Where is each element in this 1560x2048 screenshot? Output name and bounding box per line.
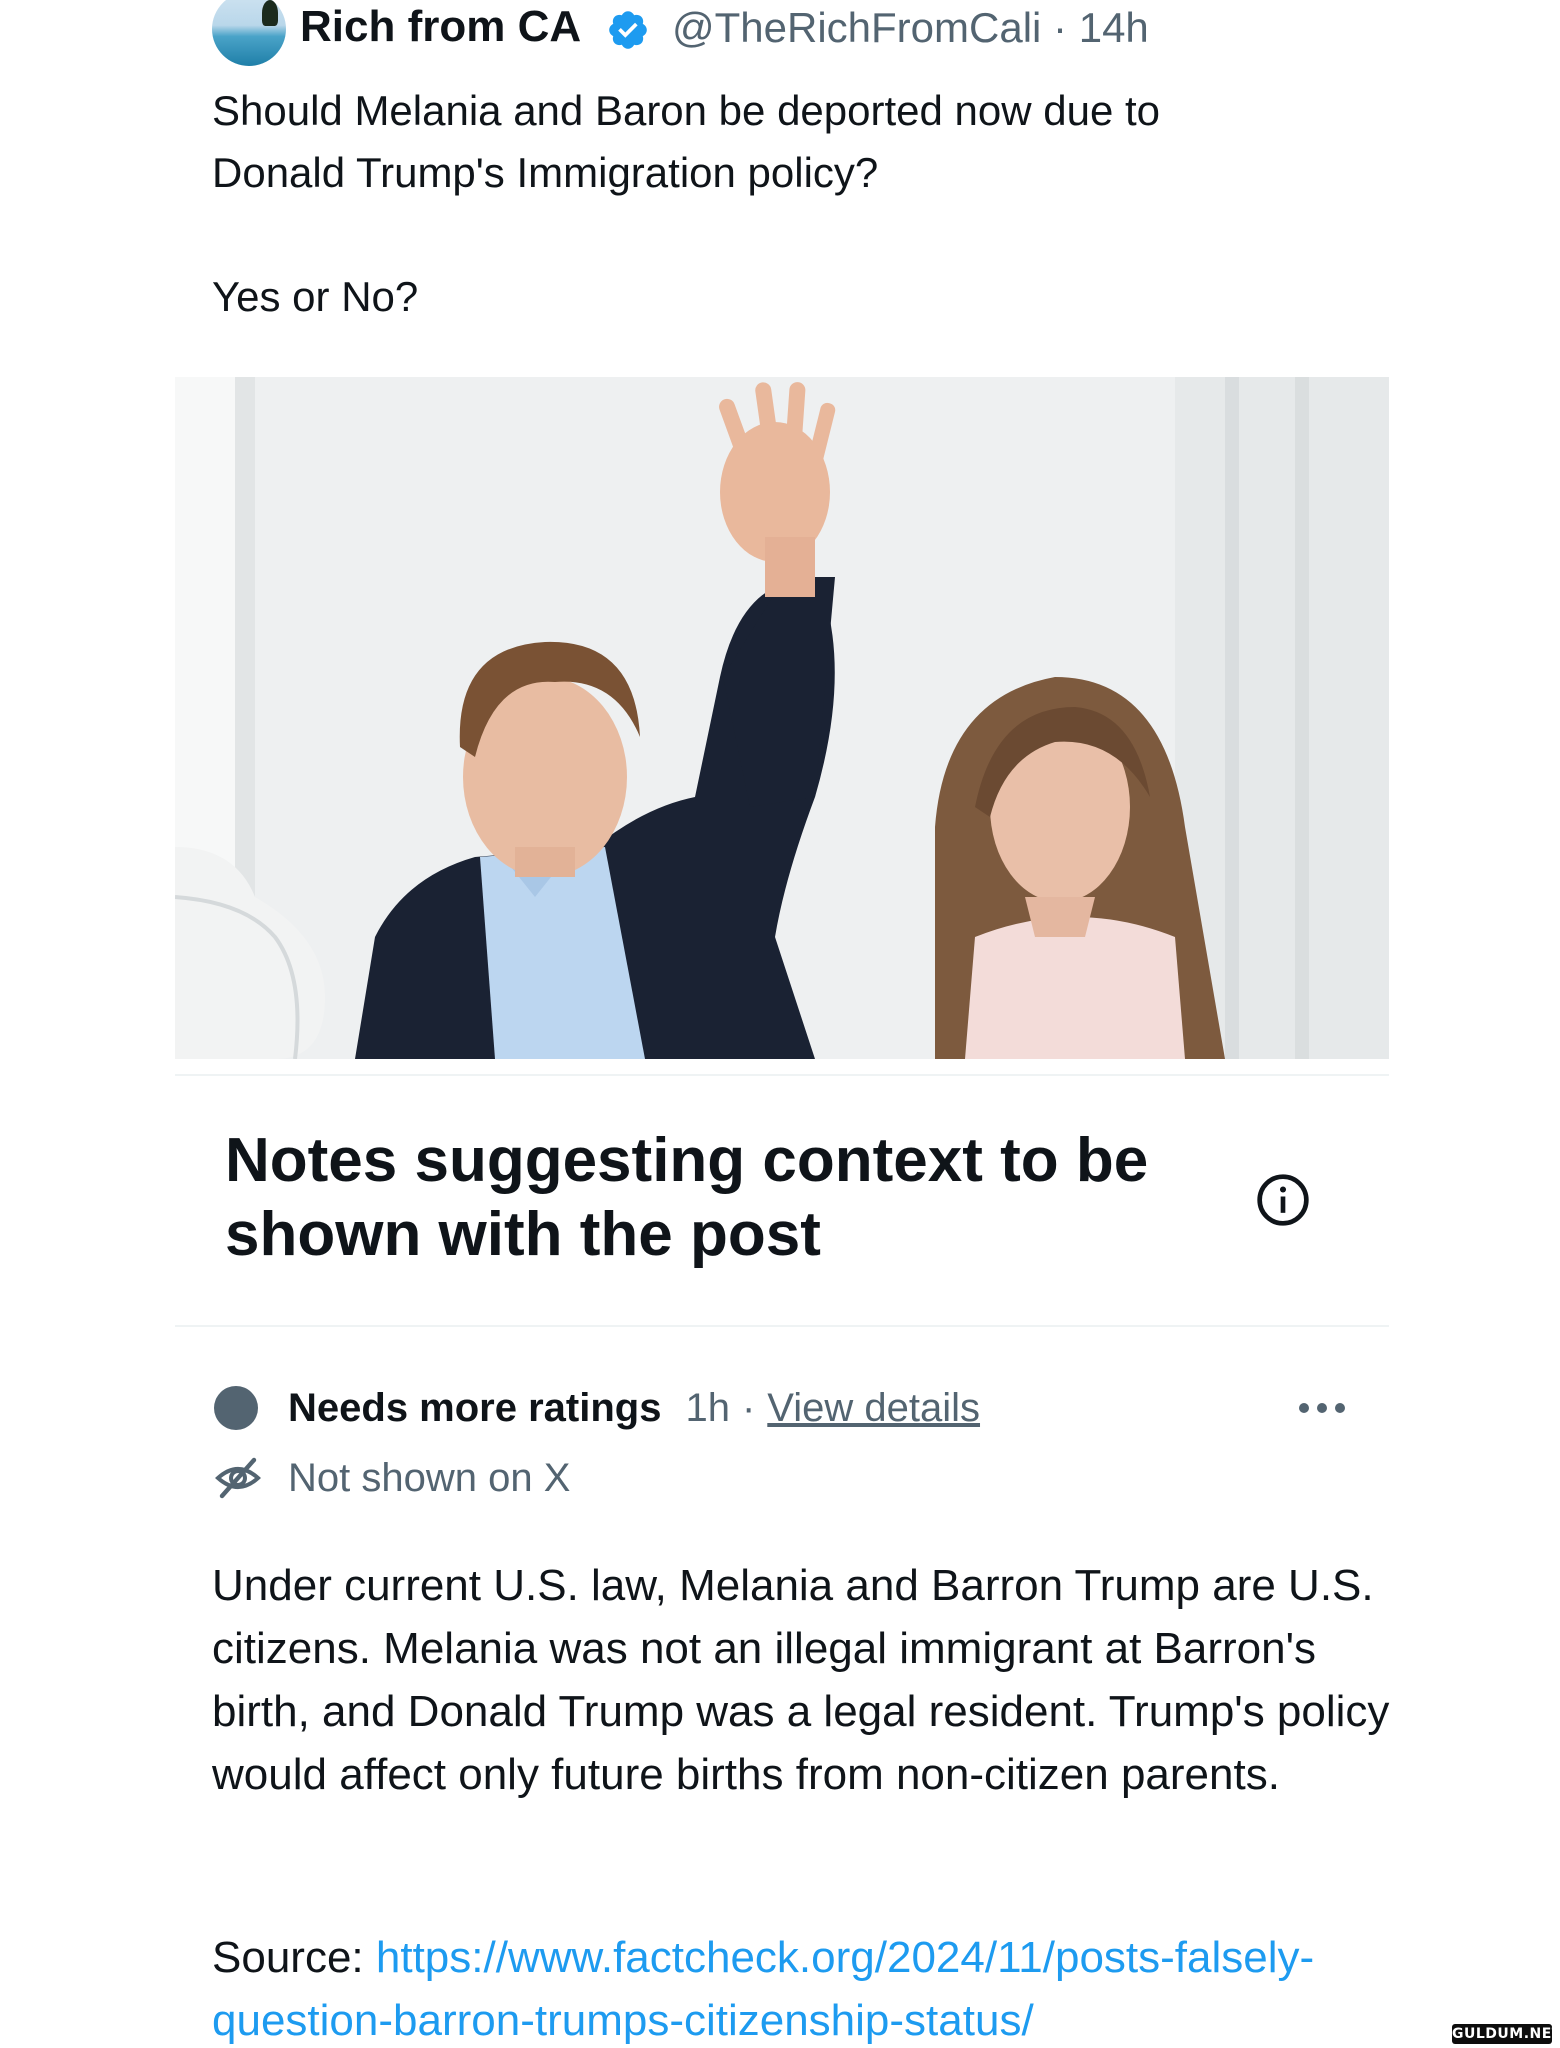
info-icon[interactable]	[1255, 1172, 1311, 1228]
note-visibility-row: Not shown on X	[214, 1450, 570, 1506]
watermark: GULDUM.NET	[1452, 2024, 1560, 2044]
tweet-text-line: Should Melania and Baron be deported now…	[212, 87, 1161, 134]
tweet-text-line	[212, 204, 1372, 266]
eye-off-icon	[215, 1457, 261, 1499]
note-status: Needs more ratings	[288, 1385, 662, 1430]
tweet-text: Should Melania and Baron be deported now…	[212, 80, 1372, 328]
note-status-row: Needs more ratings 1h · View details	[214, 1380, 980, 1436]
divider	[175, 1325, 1389, 1327]
source-link[interactable]: https://www.factcheck.org/2024/11/posts-…	[212, 1933, 1314, 2045]
divider	[175, 1074, 1389, 1076]
tweet-text-line: Yes or No?	[212, 273, 419, 320]
notes-section-title: Notes suggesting context to be shown wit…	[225, 1126, 1149, 1269]
post-photo[interactable]	[175, 377, 1389, 1059]
tweet-text-line: Donald Trump's Immigration policy?	[212, 149, 879, 196]
status-dot-icon	[214, 1386, 258, 1430]
note-time: 1h	[685, 1385, 730, 1430]
more-icon[interactable]	[1296, 1396, 1348, 1420]
verified-badge-icon	[609, 11, 647, 49]
author-name[interactable]: Rich from CA	[300, 2, 581, 52]
photo-illustration	[175, 377, 1389, 1059]
separator: ·	[1053, 4, 1068, 51]
separator: ·	[741, 1385, 756, 1430]
source-label: Source:	[212, 1933, 364, 1982]
note-source: Source: https://www.factcheck.org/2024/1…	[212, 1926, 1412, 2048]
note-visibility: Not shown on X	[288, 1455, 571, 1500]
view-details-link[interactable]: View details	[767, 1386, 980, 1431]
post-time[interactable]: 14h	[1079, 4, 1149, 51]
avatar[interactable]	[212, 0, 286, 66]
author-handle[interactable]: @TheRichFromCali	[672, 4, 1041, 51]
handle-and-time[interactable]: @TheRichFromCali · 14h	[672, 4, 1149, 52]
note-body: Under current U.S. law, Melania and Barr…	[212, 1561, 1390, 1799]
